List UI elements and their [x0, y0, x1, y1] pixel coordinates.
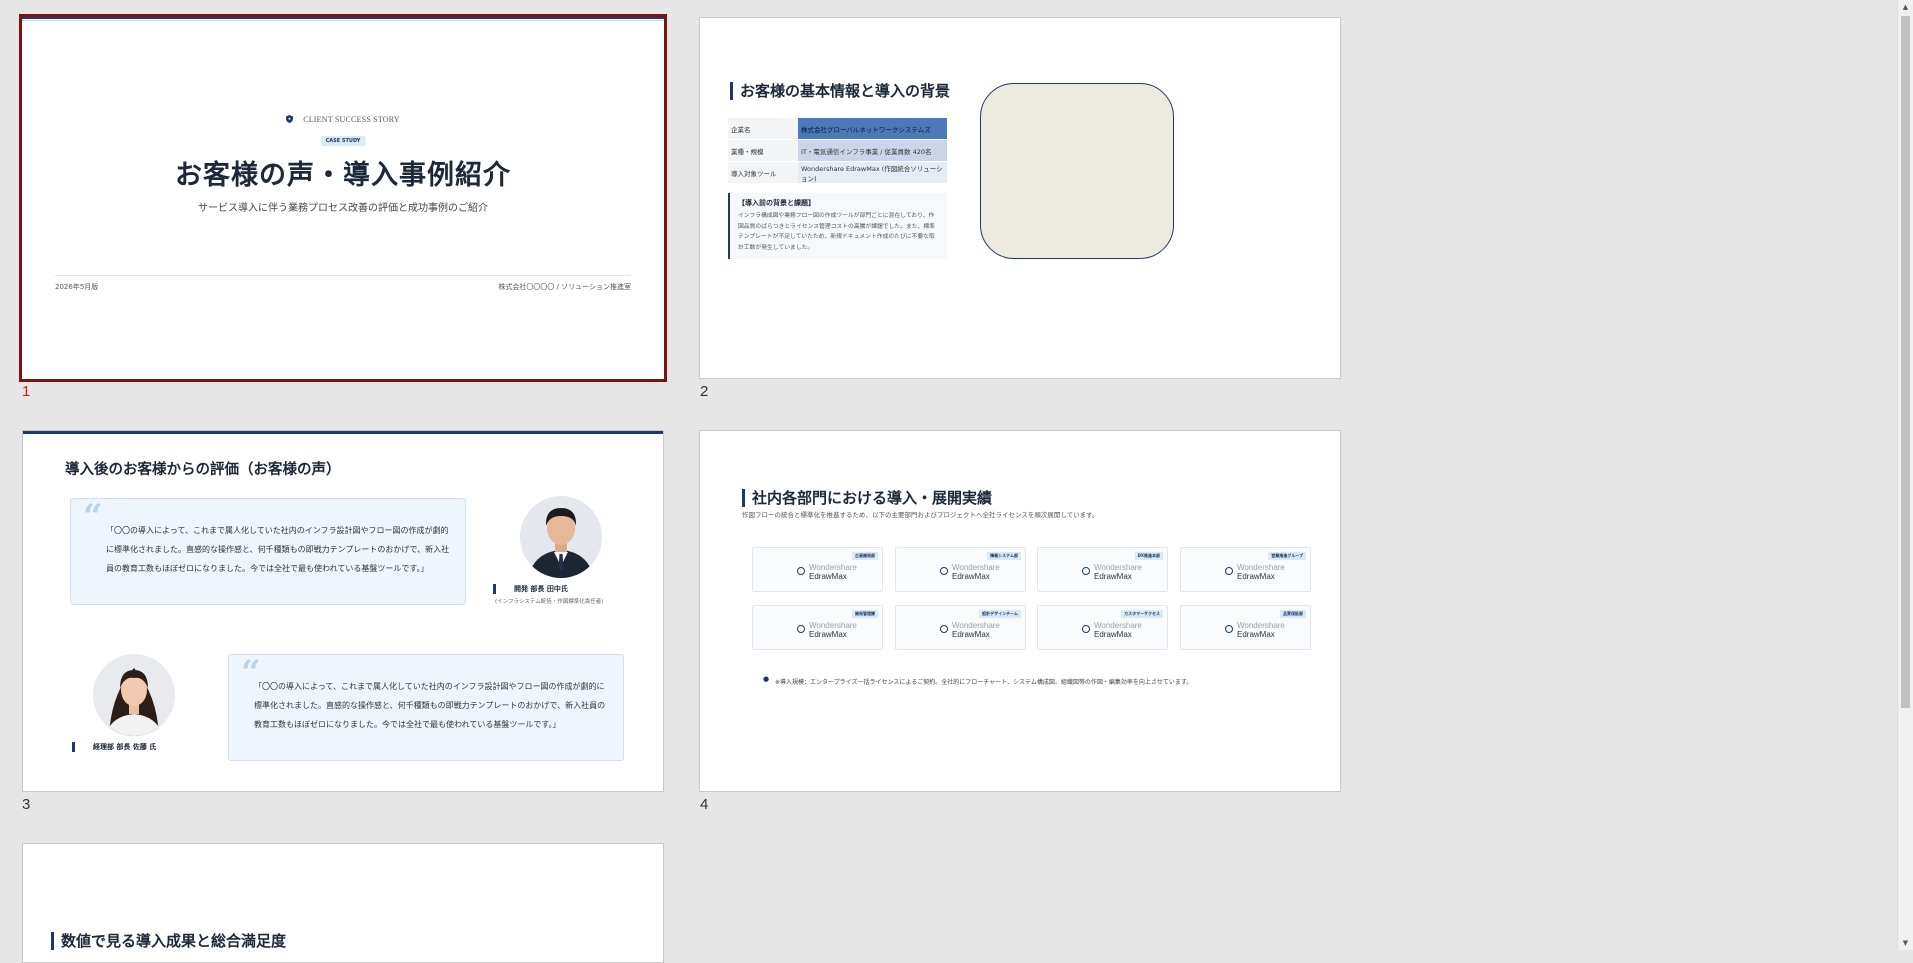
scroll-down-icon[interactable]: ▼ [1898, 936, 1913, 950]
slide-number-2: 2 [700, 383, 709, 400]
person-role: (インフラシステム統括・作図標準化責任者) [495, 599, 604, 605]
testimonial-card-2: “ 「〇〇の導入によって、これまで属人化していた社内のインフラ設計図やフロー図の… [228, 653, 624, 761]
slide-thumbnail-3[interactable]: 導入後のお客様からの評価（お客様の声） “ 「〇〇の導入によって、これまで属人化… [22, 430, 664, 792]
logo-text: Wondershare [1237, 621, 1285, 630]
slide-subtitle: 作図フローの統合と標準化を推進するため、以下の主要部門およびプロジェクトへ全社ラ… [742, 511, 1099, 519]
department-card: 企画開発部 Wondershare EdrawMax [752, 547, 883, 592]
department-card: カスタマーサクセス Wondershare EdrawMax [1037, 605, 1168, 650]
logo-text: Wondershare [952, 563, 1000, 572]
avatar [93, 654, 175, 736]
testimonial-text: 「〇〇の導入によって、これまで属人化していた社内のインフラ設計図やフロー図の作成… [106, 526, 450, 573]
slide-title: 導入後のお客様からの評価（お客様の声） [65, 462, 341, 478]
department-tag: 企画開発部 [852, 552, 878, 560]
box-title: 【導入前の背景と課題】 [738, 199, 815, 207]
department-tag: 情報システム部 [987, 552, 1021, 560]
table-value: IT・電気通信インフラ事業 / 従業員数 420名 [798, 139, 947, 162]
logo-text: Wondershare [1237, 563, 1285, 572]
table-value: Wondershare EdrawMax (作図統合ソリューション) [798, 161, 947, 184]
logo-text: Wondershare [809, 563, 857, 572]
department-card: 設計デザインチーム Wondershare EdrawMax [895, 605, 1026, 650]
footer-organization: 株式会社〇〇〇〇 / ソリューション推進室 [498, 283, 631, 291]
table-value: 株式会社グローバルネットワークシステムズ [798, 118, 947, 140]
person-name: 経理部 部長 佐藤 氏 [72, 742, 156, 752]
footer-divider [55, 275, 631, 276]
table-row: 導入対象ツール Wondershare EdrawMax (作図統合ソリューション… [728, 161, 947, 184]
department-tag: 営業推進グループ [1268, 552, 1306, 560]
avatar [520, 496, 602, 578]
table-row: 業種・規模 IT・電気通信インフラ事業 / 従業員数 420名 [728, 139, 947, 162]
testimonial-card-1: “ 「〇〇の導入によって、これまで属人化していた社内のインフラ設計図やフロー図の… [70, 497, 466, 605]
customer-info-table: 企業名 株式会社グローバルネットワークシステムズ 業種・規模 IT・電気通信インフラ… [728, 118, 947, 184]
department-tag: DX推進本部 [1134, 552, 1163, 560]
logo-text: EdrawMax [1094, 630, 1132, 639]
person-name: 開発 部長 田中氏 [493, 584, 568, 594]
slide-thumbnail-4[interactable]: 社内各部門における導入・展開実績 作図フローの統合と標準化を推進するため、以下の… [699, 430, 1341, 792]
vertical-scrollbar[interactable]: ▲ ▼ [1897, 0, 1913, 950]
slide-number-4: 4 [700, 796, 709, 813]
table-key: 導入対象ツール [728, 161, 798, 184]
logo-text: Wondershare [1094, 621, 1142, 630]
kicker: CLIENT SUCCESS STORY [22, 115, 664, 124]
top-accent-line [22, 20, 664, 21]
department-tag: 開発管理課 [852, 610, 878, 618]
slide-title: お客様の基本情報と導入の背景 [730, 82, 950, 100]
slide-number-1: 1 [22, 383, 31, 400]
woman-portrait-icon [93, 654, 175, 736]
department-card: 営業推進グループ Wondershare EdrawMax [1180, 547, 1311, 592]
table-key: 企業名 [728, 118, 798, 140]
circle-icon [1225, 625, 1233, 633]
table-row: 企業名 株式会社グローバルネットワークシステムズ [728, 118, 947, 140]
logo-text: Wondershare [809, 621, 857, 630]
slide-title: 社内各部門における導入・展開実績 [742, 489, 992, 507]
background-issue-box: 【導入前の背景と課題】 インフラ構成図や業務フロー図の作成ツールが部門ごとに混在… [728, 193, 947, 259]
logo-text: Wondershare [952, 621, 1000, 630]
department-tag: 設計デザインチーム [979, 610, 1021, 618]
department-card: 情報システム部 Wondershare EdrawMax [895, 547, 1026, 592]
box-body: インフラ構成図や業務フロー図の作成ツールが部門ごとに混在しており、作図品質のばら… [738, 213, 935, 251]
quote-mark-icon: “ [83, 497, 103, 537]
logo-text: EdrawMax [809, 630, 847, 639]
circle-icon [940, 625, 948, 633]
image-placeholder [980, 83, 1174, 259]
logo-text: Wondershare [1094, 563, 1142, 572]
case-study-badge: CASE STUDY [320, 136, 366, 146]
footnote: ※導入規模：エンタープライズ一括ライセンスによるご契約。全社的にフローチャート、… [775, 679, 1193, 686]
slide-number-3: 3 [22, 796, 31, 813]
logo-text: EdrawMax [952, 630, 990, 639]
table-key: 業種・規模 [728, 139, 798, 162]
slide-title: 数値で見る導入成果と総合満足度 [51, 932, 286, 950]
circle-icon [940, 567, 948, 575]
slide-thumbnail-1[interactable]: CLIENT SUCCESS STORY CASE STUDY お客様の声・導入… [19, 14, 667, 382]
circle-icon [797, 567, 805, 575]
department-card: 品質保証部 Wondershare EdrawMax [1180, 605, 1311, 650]
department-tag: カスタマーサクセス [1121, 610, 1163, 618]
slide-thumbnail-2[interactable]: お客様の基本情報と導入の背景 企業名 株式会社グローバルネットワークシステムズ 業… [699, 17, 1341, 379]
department-tag: 品質保証部 [1280, 610, 1306, 618]
slide-thumbnail-5[interactable]: 数値で見る導入成果と総合満足度 [22, 843, 664, 963]
top-accent-bar [23, 431, 663, 434]
logo-text: EdrawMax [952, 572, 990, 581]
department-card: 開発管理課 Wondershare EdrawMax [752, 605, 883, 650]
top-accent-bar [22, 17, 664, 19]
scroll-up-icon[interactable]: ▲ [1898, 0, 1913, 14]
kicker-text: CLIENT SUCCESS STORY [303, 115, 400, 124]
logo-text: EdrawMax [1237, 630, 1275, 639]
man-portrait-icon [520, 496, 602, 578]
slide-subtitle: サービス導入に伴う業務プロセス改善の評価と成功事例のご紹介 [198, 203, 488, 214]
scroll-thumb[interactable] [1901, 16, 1910, 708]
footer-date: 2026年5月版 [55, 283, 99, 291]
testimonial-text: 「〇〇の導入によって、これまで属人化していた社内のインフラ設計図やフロー図の作成… [254, 682, 606, 729]
circle-icon [797, 625, 805, 633]
slide-title: お客様の声・導入事例紹介 [175, 160, 511, 191]
logo-text: EdrawMax [1237, 572, 1275, 581]
logo-text: EdrawMax [1094, 572, 1132, 581]
department-card: DX推進本部 Wondershare EdrawMax [1037, 547, 1168, 592]
circle-icon [1225, 567, 1233, 575]
circle-icon [1082, 567, 1090, 575]
logo-text: EdrawMax [809, 572, 847, 581]
info-icon: ● [763, 675, 770, 683]
circle-icon [1082, 625, 1090, 633]
shield-icon [286, 115, 294, 123]
